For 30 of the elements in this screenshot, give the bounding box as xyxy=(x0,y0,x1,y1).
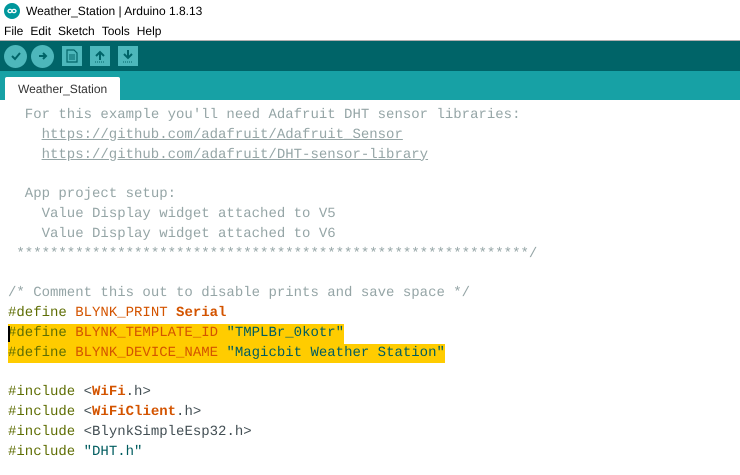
menu-item[interactable]: Help xyxy=(136,24,162,38)
menu-item[interactable]: Edit xyxy=(30,24,52,38)
menu-item[interactable]: File xyxy=(4,24,24,38)
menu-item[interactable]: Sketch xyxy=(58,24,95,38)
save-button[interactable] xyxy=(118,46,138,66)
upload-button[interactable] xyxy=(31,44,54,68)
code-line: #include <WiFi.h> xyxy=(8,383,151,402)
down-arrow-icon xyxy=(122,49,134,63)
right-arrow-icon xyxy=(36,50,48,62)
code-line: #include <WiFiClient.h> xyxy=(8,402,202,422)
code-line: #define BLYNK_PRINT Serial xyxy=(8,304,226,323)
code-line: App project setup: xyxy=(24,185,176,204)
code-line: #include "DHT.h" xyxy=(8,442,142,462)
menu-item[interactable]: Tools xyxy=(102,24,130,38)
document-icon xyxy=(66,49,78,63)
code-line: Value Display widget attached to V6 xyxy=(40,224,336,244)
open-button[interactable] xyxy=(90,46,110,66)
text-cursor xyxy=(8,326,10,342)
new-file-button[interactable] xyxy=(62,46,82,66)
window-title: Weather_Station | Arduino 1.8.13 xyxy=(26,4,202,18)
code-line: /* Comment this out to disable prints and save space */ xyxy=(8,284,470,304)
app-logo-icon xyxy=(4,3,20,19)
verify-button[interactable] xyxy=(4,44,27,68)
code-line: Value Display widget attached to V5 xyxy=(40,204,336,224)
sketch-tab[interactable]: Weather_Station xyxy=(5,77,120,100)
up-arrow-icon xyxy=(94,49,106,63)
code-line: For this example you'll need Adafruit DHT sensor libraries: xyxy=(24,106,520,125)
checkmark-icon xyxy=(10,50,22,62)
code-line: *************************************************************/ xyxy=(15,244,538,264)
code-line: #include <BlynkSimpleEsp32.h> xyxy=(8,422,252,442)
